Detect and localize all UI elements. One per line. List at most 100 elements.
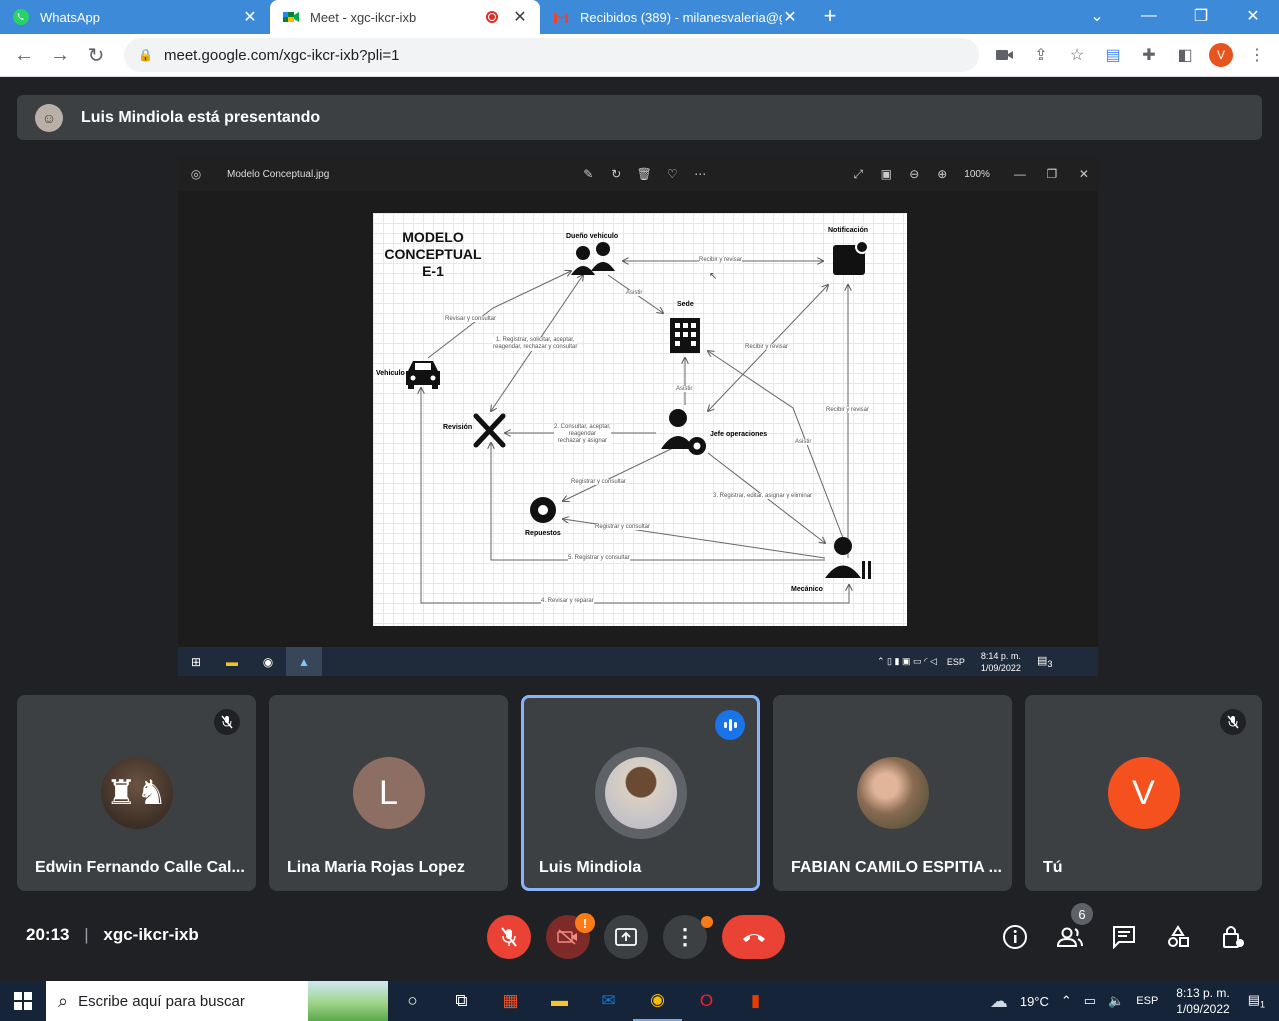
zoom-out-icon[interactable]: ⊖ xyxy=(900,167,928,181)
camera-icon[interactable] xyxy=(987,37,1023,73)
weather-temp[interactable]: 19°C xyxy=(1014,994,1055,1009)
extensions-puzzle-icon[interactable]: ✚ xyxy=(1131,37,1167,73)
restore-button[interactable]: ❐ xyxy=(1175,0,1227,32)
profile-avatar[interactable]: V xyxy=(1203,37,1239,73)
participant-tile[interactable]: FABIAN CAMILO ESPITIA ... xyxy=(773,695,1012,891)
document-extension-icon[interactable]: ▤ xyxy=(1095,37,1131,73)
people-count-badge: 6 xyxy=(1071,903,1093,925)
relation-label: Asistir xyxy=(795,439,812,445)
task-view-icon[interactable]: ⧉ xyxy=(437,981,486,1021)
shared-clock: 8:14 p. m. 1/09/2022 xyxy=(980,650,1021,673)
reload-button[interactable]: ↻ xyxy=(78,37,114,73)
tab-strip: WhatsApp ✕ Meet - xgc-ikcr-ixb ✕ Recibid… xyxy=(0,0,1279,34)
viewer-restore-icon[interactable]: ❐ xyxy=(1038,167,1066,181)
participant-name: Edwin Fernando Calle Cal... xyxy=(35,859,245,876)
participant-tile[interactable]: L Lina Maria Rojas Lopez xyxy=(269,695,508,891)
language-indicator[interactable]: ESP xyxy=(1130,995,1164,1007)
leave-call-button[interactable] xyxy=(722,915,785,959)
relation-label: 3. Registrar, editar, asignar y eliminar xyxy=(713,493,813,499)
chat-button[interactable] xyxy=(1106,919,1142,955)
viewer-close-icon[interactable]: ✕ xyxy=(1070,167,1098,181)
opera-icon[interactable]: O xyxy=(682,981,731,1021)
address-bar[interactable]: 🔒 meet.google.com/xgc-ikcr-ixb?pli=1 xyxy=(124,38,979,72)
mouse-cursor-icon: ↖ xyxy=(709,271,718,282)
host-controls-button[interactable] xyxy=(1215,919,1251,955)
bookmark-star-icon[interactable]: ☆ xyxy=(1059,37,1095,73)
meeting-code: xgc-ikcr-ixb xyxy=(103,925,199,944)
notification-dot xyxy=(701,916,713,928)
hang-up-icon xyxy=(742,934,765,942)
relation-line xyxy=(563,447,674,501)
meeting-controls-bar: 20:13 | xgc-ikcr-ixb ! ⋮ 6 xyxy=(0,903,1279,967)
office-icon[interactable]: ▮ xyxy=(731,981,780,1021)
start-button[interactable] xyxy=(0,981,46,1021)
mail-icon[interactable]: ✉ xyxy=(584,981,633,1021)
relation-line xyxy=(708,351,844,539)
mic-toggle-button[interactable] xyxy=(487,915,531,959)
taskbar-clock[interactable]: 8:13 p. m. 1/09/2022 xyxy=(1164,985,1241,1017)
network-icon[interactable]: ▭ xyxy=(1078,993,1102,1009)
relation-label: Revisar y consultar xyxy=(445,316,497,322)
entity-label: Mecánico xyxy=(791,586,823,593)
presenting-banner: ☺ Luis Mindiola está presentando xyxy=(17,95,1262,140)
tab-meet[interactable]: Meet - xgc-ikcr-ixb ✕ xyxy=(270,0,540,34)
more-options-icon[interactable]: ⋯ xyxy=(686,167,714,181)
minimize-button[interactable]: — xyxy=(1123,0,1175,32)
photos-app-icon[interactable]: ◎ xyxy=(182,167,210,181)
close-tab-icon[interactable]: ✕ xyxy=(512,7,528,27)
cortana-icon[interactable]: ○ xyxy=(388,981,437,1021)
participant-name: FABIAN CAMILO ESPITIA ... xyxy=(791,859,1002,876)
chess-pieces-photo: ♜♞ xyxy=(100,757,173,829)
tab-gmail[interactable]: Recibidos (389) - milanesvaleria@gm ✕ xyxy=(540,0,810,34)
volume-icon[interactable]: 🔈 xyxy=(1102,993,1130,1009)
microsoft-store-icon[interactable]: ▦ xyxy=(486,981,535,1021)
forward-button[interactable]: → xyxy=(42,37,78,73)
weather-cloud-icon[interactable]: ☁ xyxy=(984,991,1014,1012)
close-tab-icon[interactable]: ✕ xyxy=(782,7,798,27)
relation-label: 2. Consultar, aceptar, reagendar rechaza… xyxy=(554,424,611,445)
action-center-icon[interactable]: ▤1 xyxy=(1242,992,1279,1010)
new-tab-button[interactable]: + xyxy=(810,0,850,34)
participant-tile[interactable]: ♜♞ Edwin Fernando Calle Cal... xyxy=(17,695,256,891)
chrome-icon[interactable]: ◉ xyxy=(633,981,682,1021)
shared-screen: ◎ Modelo Conceptual.jpg ✎ ↻ 🗑 ♡ ⋯ ⤢ ▣ ⊖ … xyxy=(178,157,1098,676)
diagram-title: MODELO CONCEPTUAL E-1 xyxy=(384,229,482,279)
edit-icon[interactable]: ✎ xyxy=(574,167,602,181)
close-window-button[interactable]: ✕ xyxy=(1227,0,1279,32)
entity-label: Repuestos xyxy=(525,530,561,537)
activities-button[interactable] xyxy=(1160,919,1196,955)
close-tab-icon[interactable]: ✕ xyxy=(242,7,258,27)
tab-whatsapp[interactable]: WhatsApp ✕ xyxy=(0,0,270,34)
entity-label: Sede xyxy=(677,301,694,308)
lock-icon[interactable]: 🔒 xyxy=(138,48,153,62)
participant-tile[interactable]: Luis Mindiola xyxy=(521,695,760,891)
side-panel-icon[interactable]: ◧ xyxy=(1167,37,1203,73)
participant-tile[interactable]: V Tú xyxy=(1025,695,1262,891)
delete-icon[interactable]: 🗑 xyxy=(630,167,658,181)
tab-title: Recibidos (389) - milanesvaleria@gm xyxy=(580,9,782,25)
present-screen-button[interactable] xyxy=(604,915,648,959)
zoom-in-icon[interactable]: ⊕ xyxy=(928,167,956,181)
menu-kebab-icon[interactable]: ⋮ xyxy=(1239,37,1275,73)
entity-label: Notificación xyxy=(828,227,869,234)
tab-title: WhatsApp xyxy=(40,9,100,25)
share-icon[interactable]: ⇪ xyxy=(1023,37,1059,73)
back-button[interactable]: ← xyxy=(6,37,42,73)
tray-chevron-icon[interactable]: ⌃ xyxy=(1055,993,1078,1009)
rotate-icon[interactable]: ↻ xyxy=(602,167,630,181)
child-photo xyxy=(594,747,687,839)
speaking-indicator-icon xyxy=(715,710,745,740)
recording-indicator-icon xyxy=(486,11,498,23)
viewer-minimize-icon[interactable]: — xyxy=(1006,167,1034,181)
taskbar-search-box[interactable]: ⌕ Escribe aquí para buscar xyxy=(46,981,388,1021)
tab-search-icon[interactable]: ⌄ xyxy=(1071,0,1123,32)
relation-label: Asistir xyxy=(676,386,693,392)
meeting-info: 20:13 | xgc-ikcr-ixb xyxy=(26,925,199,945)
file-explorer-icon[interactable]: ▬ xyxy=(535,981,584,1021)
fit-window-icon[interactable]: ▣ xyxy=(872,167,900,181)
meeting-details-button[interactable] xyxy=(997,919,1033,955)
mic-off-icon xyxy=(501,927,517,947)
favorite-heart-icon[interactable]: ♡ xyxy=(658,167,686,181)
relation-label: 4. Revisar y reparar xyxy=(541,598,594,604)
expand-icon[interactable]: ⤢ xyxy=(844,167,872,182)
